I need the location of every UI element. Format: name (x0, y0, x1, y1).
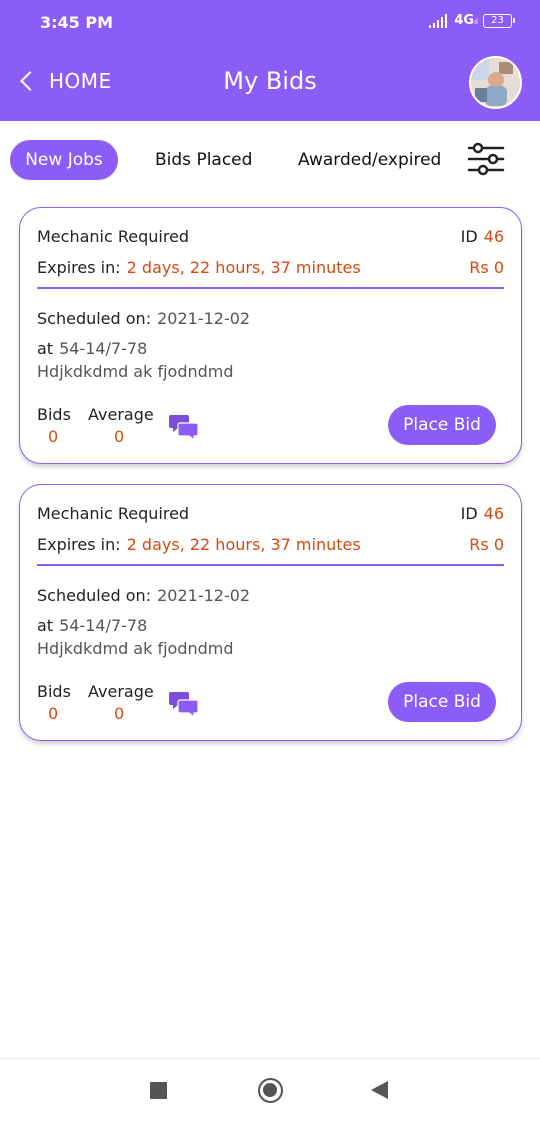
network-type: 4Gıl (454, 13, 478, 28)
bids-label: Bids (37, 682, 71, 701)
bids-count: 0 (48, 704, 59, 723)
status-bar: 3:45 PM 4Gıl 23 (0, 0, 540, 44)
card-divider (37, 287, 504, 289)
tab-bids-placed[interactable]: Bids Placed (155, 150, 252, 170)
average-value: 0 (114, 704, 125, 723)
avatar[interactable] (469, 56, 522, 109)
avatar-image (471, 58, 519, 106)
job-scheduled: Scheduled on: 2021-12-02 (37, 309, 251, 328)
job-location-code: at 54-14/7-78 (37, 616, 148, 635)
job-expires: Expires in: 2 days, 22 hours, 37 minutes (37, 535, 361, 554)
status-indicators: 4Gıl 23 (429, 13, 515, 28)
job-price: Rs 0 (469, 258, 504, 277)
tab-awarded-expired[interactable]: Awarded/expired (298, 150, 441, 170)
top-nav: HOME My Bids (0, 44, 540, 121)
chat-bubbles-icon[interactable] (169, 690, 199, 720)
bids-count: 0 (48, 427, 59, 446)
app-header: 3:45 PM 4Gıl 23 HOME My Bids (0, 0, 540, 121)
place-bid-button[interactable]: Place Bid (388, 682, 496, 722)
card-divider (37, 564, 504, 566)
average-label: Average (88, 405, 154, 424)
job-expires: Expires in: 2 days, 22 hours, 37 minutes (37, 258, 361, 277)
job-address: Hdjkdkdmd ak fjodndmd (37, 639, 234, 658)
status-time: 3:45 PM (40, 13, 114, 32)
job-title: Mechanic Required (37, 504, 190, 523)
system-nav-bar (0, 1058, 540, 1123)
chat-bubbles-icon[interactable] (169, 413, 199, 443)
battery-icon: 23 (483, 13, 515, 28)
recents-square-icon[interactable] (150, 1082, 167, 1099)
job-title: Mechanic Required (37, 227, 190, 246)
back-triangle-icon[interactable] (371, 1081, 388, 1099)
sliders-icon[interactable] (467, 140, 505, 178)
job-price: Rs 0 (469, 535, 504, 554)
job-scheduled: Scheduled on: 2021-12-02 (37, 586, 251, 605)
page-title: My Bids (223, 67, 317, 95)
job-card[interactable]: Mechanic Required ID 46 Expires in: 2 days… (19, 484, 522, 741)
job-address: Hdjkdkdmd ak fjodndmd (37, 362, 234, 381)
tab-new-jobs[interactable]: New Jobs (10, 140, 118, 180)
job-id: ID 46 (460, 227, 504, 246)
place-bid-button[interactable]: Place Bid (388, 405, 496, 445)
tab-bar: New Jobs Bids Placed Awarded/expired (0, 121, 540, 199)
average-label: Average (88, 682, 154, 701)
average-value: 0 (114, 427, 125, 446)
bids-label: Bids (37, 405, 71, 424)
job-card[interactable]: Mechanic Required ID 46 Expires in: 2 days… (19, 207, 522, 464)
job-id: ID 46 (460, 504, 504, 523)
signal-icon (429, 13, 449, 28)
home-circle-icon[interactable] (258, 1078, 283, 1103)
job-location-code: at 54-14/7-78 (37, 339, 148, 358)
